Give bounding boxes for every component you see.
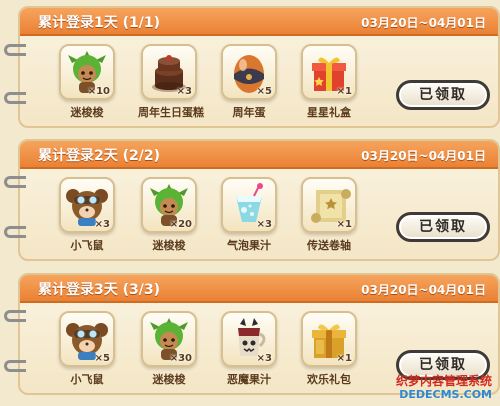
item-slot[interactable]: ×20 [141,177,197,233]
item-slot[interactable]: ×10 [59,44,115,100]
panel-date-range: 03月20日~04月01日 [361,283,486,297]
item-name: 周年生日蛋糕 [138,106,204,119]
panel-title: 累计登录3天 (3/3) [38,282,161,298]
binder-ring [4,226,26,238]
item-slot[interactable]: ×1 [301,177,357,233]
panel-date-range: 03月20日~04月01日 [361,16,486,30]
item-count: ×5 [256,86,272,97]
reward-item[interactable]: ×3 恶魔果汁 [218,311,280,387]
reward-panel-day-2: 累计登录2天 (2/2) 03月20日~04月01日 ×3 小飞鼠 ×20 迷梭… [18,139,500,261]
item-count: ×3 [176,86,192,97]
binder-ring [4,92,26,104]
panel-header: 累计登录1天 (1/1) 03月20日~04月01日 [20,8,498,36]
reward-item[interactable]: ×1 传送卷轴 [298,177,360,253]
item-name: 迷梭梭 [152,373,186,386]
item-slot[interactable]: ×1 [301,44,357,100]
item-name: 周年蛋 [232,106,266,119]
reward-item[interactable]: ×5 小飞鼠 [56,311,118,387]
binder-ring [4,360,26,372]
reward-item[interactable]: ×3 周年生日蛋糕 [138,44,204,120]
panel-date-range: 03月20日~04月01日 [361,149,486,163]
panel-title: 累计登录2天 (2/2) [38,148,161,164]
item-name: 星星礼盒 [307,106,351,119]
binder-ring [4,44,26,56]
item-count: ×5 [94,353,110,364]
item-name: 迷梭梭 [70,106,104,119]
item-count: ×10 [87,86,110,97]
watermark-text: 织梦内容管理系统 [395,374,492,388]
reward-item[interactable]: ×10 迷梭梭 [56,44,118,120]
item-count: ×3 [256,353,272,364]
item-slot[interactable]: ×3 [221,311,277,367]
watermark-url: DEDECMS.COM [399,388,492,401]
item-name: 恶魔果汁 [227,373,271,386]
item-slot[interactable]: ×30 [141,311,197,367]
panel-header: 累计登录3天 (3/3) 03月20日~04月01日 [20,275,498,303]
claimed-button[interactable]: 已领取 [396,212,490,242]
item-name: 欢乐礼包 [307,373,351,386]
item-count: ×1 [336,353,352,364]
item-name: 小飞鼠 [70,373,104,386]
panel-title: 累计登录1天 (1/1) [38,15,161,31]
binder-ring [4,176,26,188]
reward-item[interactable]: ×1 星星礼盒 [298,44,360,120]
item-name: 迷梭梭 [152,239,186,252]
reward-item[interactable]: ×1 欢乐礼包 [298,311,360,387]
item-count: ×20 [169,219,192,230]
item-name: 传送卷轴 [307,239,351,252]
item-count: ×1 [336,219,352,230]
item-name: 气泡果汁 [227,239,271,252]
reward-item[interactable]: ×5 周年蛋 [218,44,280,120]
item-count: ×3 [256,219,272,230]
item-name: 小飞鼠 [70,239,104,252]
reward-item[interactable]: ×3 小飞鼠 [56,177,118,253]
item-count: ×3 [94,219,110,230]
reward-item[interactable]: ×30 迷梭梭 [138,311,200,387]
reward-item[interactable]: ×3 气泡果汁 [218,177,280,253]
item-slot[interactable]: ×3 [141,44,197,100]
panel-header: 累计登录2天 (2/2) 03月20日~04月01日 [20,141,498,169]
item-count: ×1 [336,86,352,97]
item-slot[interactable]: ×1 [301,311,357,367]
reward-item[interactable]: ×20 迷梭梭 [138,177,200,253]
claimed-button[interactable]: 已领取 [396,80,490,110]
item-slot[interactable]: ×5 [221,44,277,100]
binder-ring [4,310,26,322]
item-slot[interactable]: ×3 [221,177,277,233]
item-slot[interactable]: ×5 [59,311,115,367]
item-slot[interactable]: ×3 [59,177,115,233]
watermark: 织梦内容管理系统 DEDECMS.COM [374,374,492,402]
item-count: ×30 [169,353,192,364]
